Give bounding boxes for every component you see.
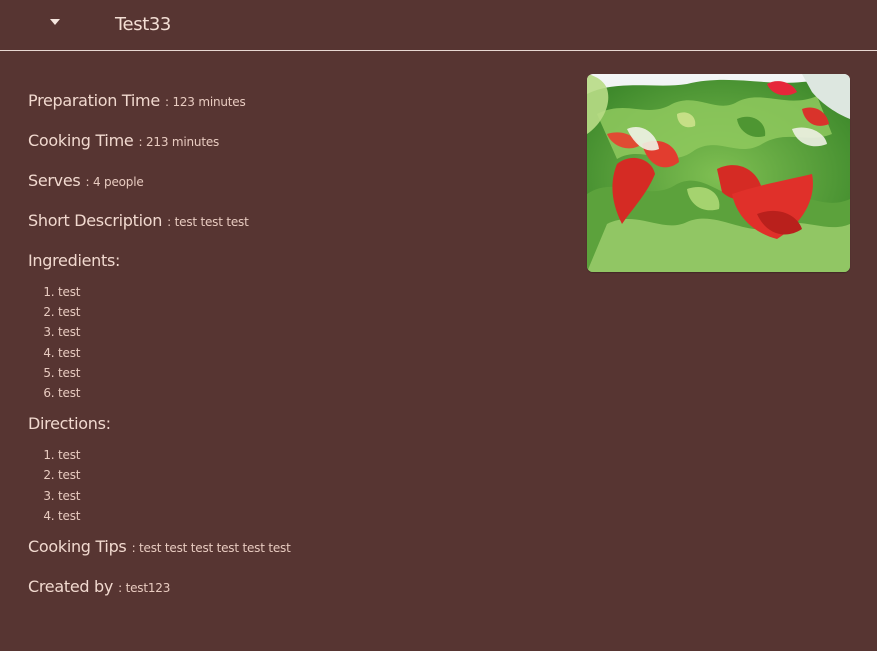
serves-value: 4 people	[93, 175, 144, 189]
cooking-time-field: Cooking Time : 213 minutes	[28, 130, 548, 170]
caret-down-icon[interactable]	[48, 15, 64, 29]
preparation-time-label: Preparation Time	[28, 91, 160, 110]
serves-separator: :	[85, 175, 93, 189]
list-item: test	[58, 383, 548, 403]
cooking-time-separator: :	[138, 135, 146, 149]
list-item: test	[58, 445, 548, 465]
cooking-tips-label: Cooking Tips	[28, 537, 127, 557]
created-by-field: Created by : test123	[28, 576, 548, 616]
list-item: test	[58, 322, 548, 342]
cooking-tips-field: Cooking Tips : test test test test test …	[28, 536, 548, 576]
created-by-label: Created by	[28, 577, 114, 597]
serves-field: Serves : 4 people	[28, 170, 548, 210]
top-bar: Test33	[0, 0, 877, 51]
list-item: test	[58, 363, 548, 383]
short-description-value: test test test	[174, 215, 249, 229]
preparation-time-field: Preparation Time : 123 minutes	[28, 90, 548, 130]
salad-image	[587, 74, 850, 272]
ingredients-list: test test test test test test	[28, 282, 548, 403]
list-item: test	[58, 302, 548, 322]
serves-label: Serves	[28, 171, 81, 190]
created-by-separator: :	[118, 581, 126, 596]
page-title: Test33	[115, 14, 171, 35]
cooking-tips-separator: :	[131, 541, 140, 556]
recipe-photo	[587, 74, 850, 272]
list-item: test	[58, 465, 548, 485]
list-item: test	[58, 343, 548, 363]
recipe-details: Preparation Time : 123 minutes Cooking T…	[28, 90, 548, 616]
ingredients-label: Ingredients:	[28, 251, 121, 270]
short-description-field: Short Description : test test test	[28, 210, 548, 250]
list-item: test	[58, 282, 548, 302]
cooking-time-value: 213 minutes	[145, 135, 220, 149]
dropdown-triangle	[50, 19, 60, 25]
short-description-label: Short Description	[28, 211, 163, 230]
preparation-time-value: 123 minutes	[172, 95, 246, 109]
cooking-time-label: Cooking Time	[28, 131, 134, 150]
created-by-value: test123	[125, 581, 171, 596]
list-item: test	[58, 506, 548, 526]
cooking-tips-value: test test test test test test	[139, 541, 291, 556]
short-description-separator: :	[167, 215, 175, 229]
directions-label: Directions:	[28, 414, 111, 434]
list-item: test	[58, 486, 548, 506]
directions-list: test test test test	[28, 445, 548, 526]
